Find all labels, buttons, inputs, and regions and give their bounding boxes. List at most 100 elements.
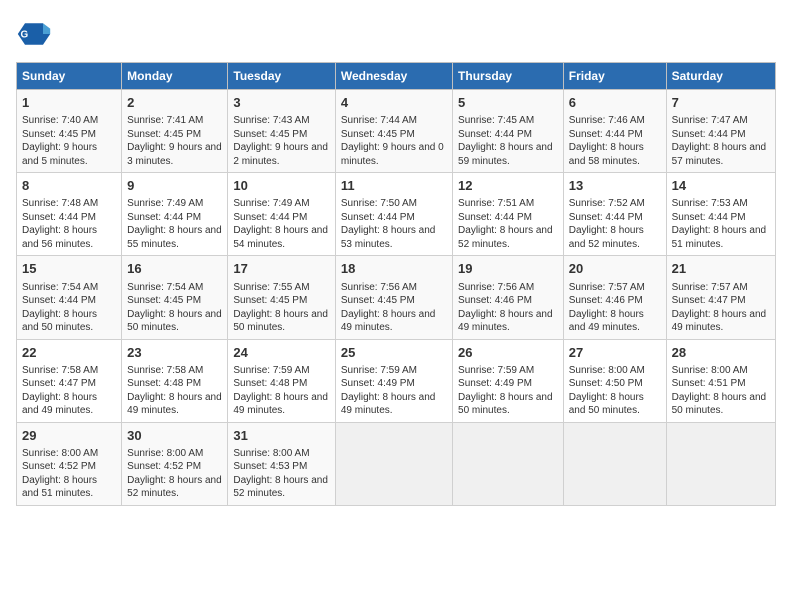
day-detail: Sunrise: 7:59 AMSunset: 4:49 PMDaylight:…	[458, 364, 558, 418]
calendar-cell: 26 Sunrise: 7:59 AMSunset: 4:49 PMDayligh…	[453, 339, 564, 422]
calendar-week-row: 29 Sunrise: 8:00 AMSunset: 4:52 PMDayligh…	[17, 422, 776, 505]
day-number: 2	[127, 94, 222, 112]
day-number: 11	[341, 177, 447, 195]
day-number: 10	[233, 177, 329, 195]
day-detail: Sunrise: 7:53 AMSunset: 4:44 PMDaylight:…	[672, 197, 770, 251]
day-number: 1	[22, 94, 116, 112]
day-detail: Sunrise: 7:54 AMSunset: 4:45 PMDaylight:…	[127, 281, 222, 335]
day-detail: Sunrise: 8:00 AMSunset: 4:52 PMDaylight:…	[127, 447, 222, 501]
calendar-cell: 5Sunrise: 7:45 AMSunset: 4:44 PMDaylight…	[453, 90, 564, 173]
day-detail: Sunrise: 7:54 AMSunset: 4:44 PMDaylight:…	[22, 281, 116, 335]
col-header-tuesday: Tuesday	[228, 63, 335, 90]
calendar-cell	[335, 422, 452, 505]
calendar-cell: 8Sunrise: 7:48 AMSunset: 4:44 PMDaylight…	[17, 173, 122, 256]
day-detail: Sunrise: 8:00 AMSunset: 4:52 PMDaylight:…	[22, 447, 116, 501]
day-number: 8	[22, 177, 116, 195]
day-detail: Sunrise: 7:59 AMSunset: 4:49 PMDaylight:…	[341, 364, 447, 418]
svg-text:G: G	[21, 30, 29, 41]
calendar-cell	[666, 422, 775, 505]
day-detail: Sunrise: 7:51 AMSunset: 4:44 PMDaylight:…	[458, 197, 558, 251]
day-number: 15	[22, 260, 116, 278]
calendar-cell: 21 Sunrise: 7:57 AMSunset: 4:47 PMDayligh…	[666, 256, 775, 339]
calendar-cell: 15 Sunrise: 7:54 AMSunset: 4:44 PMDayligh…	[17, 256, 122, 339]
col-header-thursday: Thursday	[453, 63, 564, 90]
col-header-wednesday: Wednesday	[335, 63, 452, 90]
day-number: 13	[569, 177, 661, 195]
calendar-cell: 3 Sunrise: 7:43 AMSunset: 4:45 PMDaylight…	[228, 90, 335, 173]
calendar-cell: 6 Sunrise: 7:46 AMSunset: 4:44 PMDaylight…	[563, 90, 666, 173]
day-number: 21	[672, 260, 770, 278]
calendar-cell: 14 Sunrise: 7:53 AMSunset: 4:44 PMDayligh…	[666, 173, 775, 256]
logo-icon: G	[16, 16, 52, 52]
day-detail: Sunrise: 7:50 AMSunset: 4:44 PMDaylight:…	[341, 197, 447, 251]
day-detail: Sunrise: 8:00 AMSunset: 4:53 PMDaylight:…	[233, 447, 329, 501]
day-detail: Sunrise: 7:59 AMSunset: 4:48 PMDaylight:…	[233, 364, 329, 418]
calendar-cell: 30 Sunrise: 8:00 AMSunset: 4:52 PMDayligh…	[122, 422, 228, 505]
day-number: 14	[672, 177, 770, 195]
day-detail: Sunrise: 7:58 AMSunset: 4:47 PMDaylight:…	[22, 364, 116, 418]
calendar-cell: 23Sunrise: 7:58 AMSunset: 4:48 PMDayligh…	[122, 339, 228, 422]
day-number: 12	[458, 177, 558, 195]
day-number: 25	[341, 344, 447, 362]
day-detail: Sunrise: 8:00 AMSunset: 4:51 PMDaylight:…	[672, 364, 770, 418]
calendar-cell: 27 Sunrise: 8:00 AMSunset: 4:50 PMDayligh…	[563, 339, 666, 422]
calendar-week-row: 8Sunrise: 7:48 AMSunset: 4:44 PMDaylight…	[17, 173, 776, 256]
day-number: 23	[127, 344, 222, 362]
calendar-cell: 7Sunrise: 7:47 AMSunset: 4:44 PMDaylight…	[666, 90, 775, 173]
calendar-cell: 9Sunrise: 7:49 AMSunset: 4:44 PMDaylight…	[122, 173, 228, 256]
calendar-cell: 25 Sunrise: 7:59 AMSunset: 4:49 PMDayligh…	[335, 339, 452, 422]
day-number: 26	[458, 344, 558, 362]
day-number: 24	[233, 344, 329, 362]
day-number: 31	[233, 427, 329, 445]
day-detail: Sunrise: 7:40 AMSunset: 4:45 PMDaylight:…	[22, 114, 116, 168]
logo: G	[16, 16, 56, 52]
calendar-cell: 28 Sunrise: 8:00 AMSunset: 4:51 PMDayligh…	[666, 339, 775, 422]
day-detail: Sunrise: 8:00 AMSunset: 4:50 PMDaylight:…	[569, 364, 661, 418]
day-number: 22	[22, 344, 116, 362]
day-number: 27	[569, 344, 661, 362]
day-number: 20	[569, 260, 661, 278]
day-number: 7	[672, 94, 770, 112]
calendar-header-row: SundayMondayTuesdayWednesdayThursdayFrid…	[17, 63, 776, 90]
day-detail: Sunrise: 7:43 AMSunset: 4:45 PMDaylight:…	[233, 114, 329, 168]
day-detail: Sunrise: 7:57 AMSunset: 4:46 PMDaylight:…	[569, 281, 661, 335]
calendar-cell: 1 Sunrise: 7:40 AMSunset: 4:45 PMDaylight…	[17, 90, 122, 173]
calendar-cell	[563, 422, 666, 505]
calendar-cell: 17Sunrise: 7:55 AMSunset: 4:45 PMDayligh…	[228, 256, 335, 339]
calendar-cell: 4 Sunrise: 7:44 AMSunset: 4:45 PMDaylight…	[335, 90, 452, 173]
calendar-cell: 10 Sunrise: 7:49 AMSunset: 4:44 PMDayligh…	[228, 173, 335, 256]
calendar-cell: 24 Sunrise: 7:59 AMSunset: 4:48 PMDayligh…	[228, 339, 335, 422]
day-detail: Sunrise: 7:46 AMSunset: 4:44 PMDaylight:…	[569, 114, 661, 168]
day-detail: Sunrise: 7:44 AMSunset: 4:45 PMDaylight:…	[341, 114, 447, 168]
day-number: 29	[22, 427, 116, 445]
calendar-cell: 11 Sunrise: 7:50 AMSunset: 4:44 PMDayligh…	[335, 173, 452, 256]
day-number: 5	[458, 94, 558, 112]
calendar-week-row: 22 Sunrise: 7:58 AMSunset: 4:47 PMDayligh…	[17, 339, 776, 422]
page-header: G	[16, 16, 776, 52]
day-number: 17	[233, 260, 329, 278]
day-number: 3	[233, 94, 329, 112]
day-number: 18	[341, 260, 447, 278]
calendar-cell: 22 Sunrise: 7:58 AMSunset: 4:47 PMDayligh…	[17, 339, 122, 422]
calendar-cell: 20 Sunrise: 7:57 AMSunset: 4:46 PMDayligh…	[563, 256, 666, 339]
day-number: 4	[341, 94, 447, 112]
day-number: 28	[672, 344, 770, 362]
calendar-table: SundayMondayTuesdayWednesdayThursdayFrid…	[16, 62, 776, 506]
day-detail: Sunrise: 7:49 AMSunset: 4:44 PMDaylight:…	[127, 197, 222, 251]
day-detail: Sunrise: 7:41 AMSunset: 4:45 PMDaylight:…	[127, 114, 222, 168]
day-detail: Sunrise: 7:56 AMSunset: 4:46 PMDaylight:…	[458, 281, 558, 335]
day-number: 6	[569, 94, 661, 112]
col-header-sunday: Sunday	[17, 63, 122, 90]
calendar-week-row: 1 Sunrise: 7:40 AMSunset: 4:45 PMDaylight…	[17, 90, 776, 173]
day-number: 16	[127, 260, 222, 278]
calendar-cell: 13 Sunrise: 7:52 AMSunset: 4:44 PMDayligh…	[563, 173, 666, 256]
calendar-cell: 19 Sunrise: 7:56 AMSunset: 4:46 PMDayligh…	[453, 256, 564, 339]
calendar-cell	[453, 422, 564, 505]
day-number: 19	[458, 260, 558, 278]
calendar-cell: 16 Sunrise: 7:54 AMSunset: 4:45 PMDayligh…	[122, 256, 228, 339]
col-header-saturday: Saturday	[666, 63, 775, 90]
day-number: 30	[127, 427, 222, 445]
day-detail: Sunrise: 7:57 AMSunset: 4:47 PMDaylight:…	[672, 281, 770, 335]
day-detail: Sunrise: 7:49 AMSunset: 4:44 PMDaylight:…	[233, 197, 329, 251]
day-detail: Sunrise: 7:52 AMSunset: 4:44 PMDaylight:…	[569, 197, 661, 251]
